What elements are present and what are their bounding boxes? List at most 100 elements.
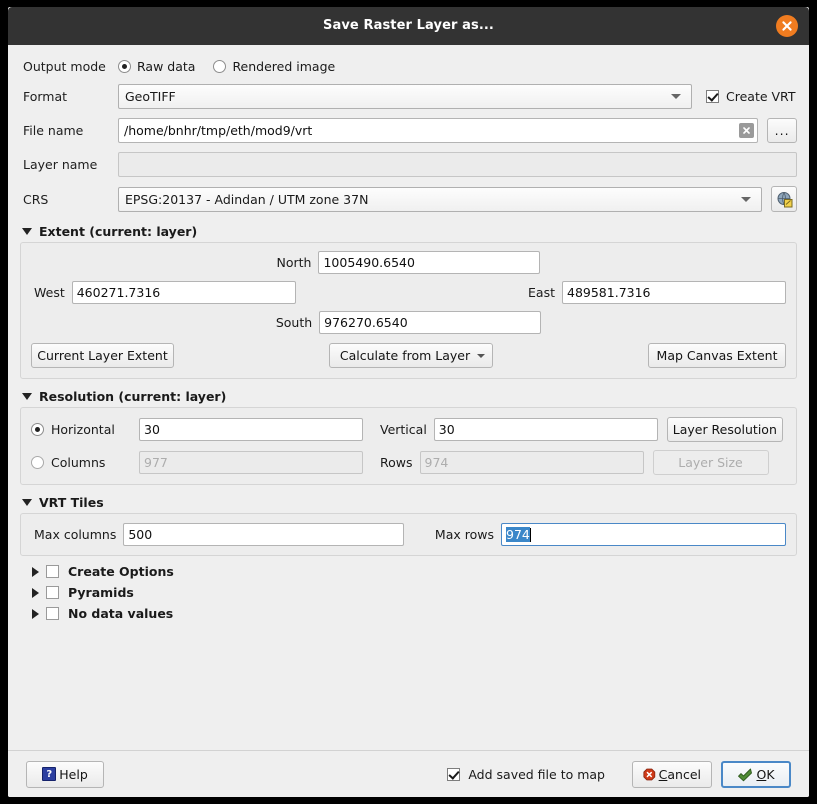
crs-row: CRS EPSG:20137 - Adindan / UTM zone 37N xyxy=(20,186,797,212)
chevron-right-icon[interactable] xyxy=(32,566,39,577)
layer-resolution-button[interactable]: Layer Resolution xyxy=(666,417,783,442)
radio-horizontal-indicator xyxy=(31,423,44,436)
cancel-label: Cancel xyxy=(658,766,701,782)
radio-columns-resolution[interactable]: Columns xyxy=(31,455,139,470)
radio-raw-data[interactable]: Raw data xyxy=(118,59,195,74)
file-name-row: File name /home/bnhr/tmp/eth/mod9/vrt ..… xyxy=(20,118,797,143)
layer-size-button[interactable]: Layer Size xyxy=(652,450,769,475)
vrt-tiles-row: Max columns Max rows 974 xyxy=(31,523,786,546)
ok-label: OK xyxy=(756,766,775,782)
text-caret xyxy=(529,527,531,542)
extent-south-row: South xyxy=(31,311,786,334)
file-name-input-wrap[interactable]: /home/bnhr/tmp/eth/mod9/vrt xyxy=(118,118,759,143)
clear-x-icon[interactable] xyxy=(739,123,755,138)
resolution-vertical-label: Vertical xyxy=(380,422,427,437)
chevron-right-icon[interactable] xyxy=(32,608,39,619)
resolution-columns-input[interactable]: 977 xyxy=(139,451,363,474)
chevron-right-icon[interactable] xyxy=(32,587,39,598)
chevron-down-icon xyxy=(477,353,486,358)
radio-columns-indicator xyxy=(31,456,44,469)
map-canvas-extent-button[interactable]: Map Canvas Extent xyxy=(648,343,786,368)
file-name-label: File name xyxy=(23,123,84,138)
create-vrt-label: Create VRT xyxy=(726,89,796,104)
radio-raw-data-indicator xyxy=(118,60,131,73)
extent-south-input[interactable] xyxy=(319,311,542,334)
help-label: Help xyxy=(59,766,88,782)
format-row: Format GeoTIFF Create VRT xyxy=(20,84,797,109)
resolution-columns-value: 977 xyxy=(144,455,168,470)
add-saved-file-label: Add saved file to map xyxy=(468,766,605,782)
resolution-rows-label: Rows xyxy=(380,455,413,470)
format-combobox[interactable]: GeoTIFF xyxy=(118,84,692,109)
max-columns-input[interactable] xyxy=(123,523,405,546)
browse-file-button[interactable]: ... xyxy=(767,118,797,143)
radio-rendered-image[interactable]: Rendered image xyxy=(213,59,335,74)
ok-label-rest: K xyxy=(766,766,775,782)
help-button[interactable]: ? Help xyxy=(26,760,104,788)
extent-group-header[interactable]: Extent (current: layer) xyxy=(22,224,797,239)
resolution-rows-input[interactable]: 974 xyxy=(419,451,644,474)
format-label: Format xyxy=(23,89,68,104)
resolution-group-header[interactable]: Resolution (current: layer) xyxy=(22,389,797,404)
calculate-from-layer-label: Calculate from Layer xyxy=(339,348,471,363)
format-value: GeoTIFF xyxy=(125,89,176,104)
section-no-data-values[interactable]: No data values xyxy=(32,606,797,621)
vrt-tiles-group-box: Max columns Max rows 974 xyxy=(20,513,797,556)
help-question-icon: ? xyxy=(42,767,57,781)
calculate-from-layer-button[interactable]: Calculate from Layer xyxy=(328,343,494,368)
resolution-horizontal-row: Horizontal Vertical Layer Resolution xyxy=(31,417,786,442)
close-icon[interactable] xyxy=(776,15,798,37)
crs-globe-icon xyxy=(777,191,793,207)
create-options-label: Create Options xyxy=(68,564,174,579)
resolution-columns-label: Columns xyxy=(51,455,106,470)
max-rows-input[interactable]: 974 xyxy=(501,523,786,546)
layer-name-input[interactable] xyxy=(118,152,797,177)
resolution-columns-row: Columns 977 Rows 974 Layer Size xyxy=(31,450,786,475)
resolution-horizontal-input[interactable] xyxy=(139,418,363,441)
resolution-vertical-input[interactable] xyxy=(433,418,658,441)
max-rows-value: 974 xyxy=(506,527,530,542)
layer-name-row: Layer name xyxy=(20,152,797,177)
add-saved-file-to-map-checkbox[interactable]: Add saved file to map xyxy=(447,767,605,782)
dialog-footer: ? Help Add saved file to map Cancel OK xyxy=(8,750,809,797)
cancel-label-rest: ancel xyxy=(667,766,701,782)
extent-north-row: North xyxy=(31,251,786,274)
file-name-value: /home/bnhr/tmp/eth/mod9/vrt xyxy=(124,123,313,138)
crs-label: CRS xyxy=(23,191,49,207)
crs-value: EPSG:20137 - Adindan / UTM zone 37N xyxy=(125,191,369,207)
radio-horizontal-resolution[interactable]: Horizontal xyxy=(31,422,139,437)
extent-west-label: West xyxy=(34,285,65,300)
pyramids-checkbox[interactable] xyxy=(46,586,59,599)
current-layer-extent-button[interactable]: Current Layer Extent xyxy=(31,343,174,368)
chevron-down-icon xyxy=(22,228,32,235)
create-vrt-checkbox[interactable]: Create VRT xyxy=(706,89,795,104)
section-create-options[interactable]: Create Options xyxy=(32,564,797,579)
cancel-button[interactable]: Cancel xyxy=(632,760,712,788)
resolution-rows-value: 974 xyxy=(424,455,449,470)
chevron-down-icon xyxy=(741,196,752,202)
extent-east-input[interactable] xyxy=(562,281,786,304)
create-vrt-checkbox-indicator xyxy=(706,90,719,103)
section-pyramids[interactable]: Pyramids xyxy=(32,585,797,600)
chevron-down-icon xyxy=(671,94,681,99)
extent-group-box: North West East South Current Layer Exte… xyxy=(20,242,797,379)
radio-rendered-image-indicator xyxy=(213,60,227,73)
dialog-titlebar: Save Raster Layer as... xyxy=(8,7,809,45)
output-mode-row: Output mode Raw data Rendered image xyxy=(20,59,797,74)
extent-group-title: Extent (current: layer) xyxy=(39,224,198,239)
dialog-title: Save Raster Layer as... xyxy=(323,18,494,33)
extent-buttons-row: Current Layer Extent Calculate from Laye… xyxy=(31,343,786,368)
no-data-values-checkbox[interactable] xyxy=(46,607,59,620)
crs-select-button[interactable] xyxy=(771,186,797,212)
resolution-group-box: Horizontal Vertical Layer Resolution Col… xyxy=(20,407,797,485)
ok-arrow-icon xyxy=(738,768,753,781)
vrt-tiles-group-header[interactable]: VRT Tiles xyxy=(22,495,797,510)
layer-name-label: Layer name xyxy=(23,157,98,172)
ok-button[interactable]: OK xyxy=(721,760,791,788)
crs-combobox[interactable]: EPSG:20137 - Adindan / UTM zone 37N xyxy=(118,186,763,212)
chevron-down-icon xyxy=(22,393,32,400)
save-raster-layer-dialog: Save Raster Layer as... Output mode Raw … xyxy=(8,7,809,797)
extent-north-input[interactable] xyxy=(318,251,541,274)
create-options-checkbox[interactable] xyxy=(46,565,59,578)
extent-west-input[interactable] xyxy=(71,281,296,304)
